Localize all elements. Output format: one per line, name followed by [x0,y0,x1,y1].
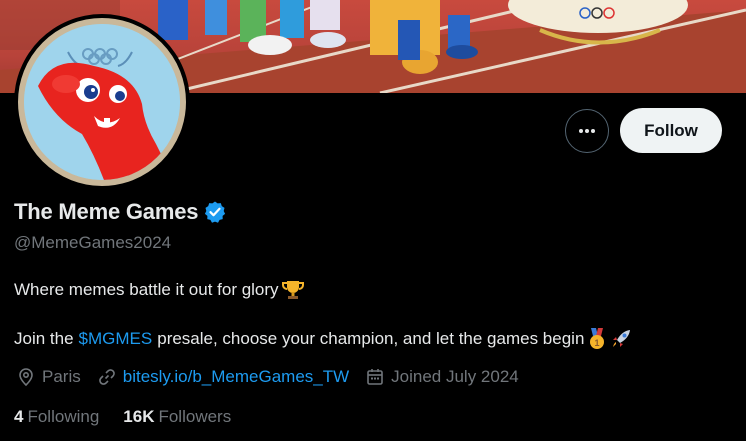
cashtag-link[interactable]: $MGMES [79,329,153,349]
profile-name-row: The Meme Games [14,199,227,225]
profile-name: The Meme Games [14,199,199,224]
location-item: Paris [16,367,81,387]
followers-count: 16K [123,407,155,426]
more-dots-icon [579,129,595,133]
trophy-emoji [281,279,305,301]
follow-button[interactable]: Follow [620,108,722,153]
joined-item: Joined July 2024 [365,367,519,387]
bio-line-2: Join the $MGMES presale, choose your cha… [14,328,634,350]
link-icon [98,369,115,385]
website-item: bitesly.io/b_MemeGames_TW [97,367,349,387]
following-count: 4 [14,407,24,426]
profile-handle: @MemeGames2024 [14,233,172,252]
location-pin-icon [19,368,33,387]
rocket-emoji [610,328,634,350]
website-link[interactable]: bitesly.io/b_MemeGames_TW [123,367,349,387]
svg-text:1: 1 [595,338,600,348]
bio-text-2-prefix: Join the [14,329,74,348]
followers-label: Followers [158,407,232,426]
more-options-button[interactable] [565,109,609,153]
following-link[interactable]: 4 Following [14,407,99,427]
bio-text-2-suffix: presale, choose your champion, and let t… [157,329,585,348]
avatar-image [18,18,186,186]
profile-meta: Paris bitesly.io/b_MemeGames_TW Joined J… [16,367,535,387]
gold-medal-emoji: 1 [586,328,608,350]
profile-stats: 4 Following 16K Followers [14,407,255,427]
bio-line-1: Where memes battle it out for glory [14,279,305,301]
verified-badge-icon[interactable] [203,200,227,224]
joined-text: Joined July 2024 [391,367,519,386]
calendar-icon [367,369,383,385]
avatar[interactable] [14,14,190,190]
following-label: Following [27,407,100,426]
followers-link[interactable]: 16K Followers [123,407,231,427]
location-text: Paris [42,367,81,386]
bio-text-1: Where memes battle it out for glory [14,280,279,299]
